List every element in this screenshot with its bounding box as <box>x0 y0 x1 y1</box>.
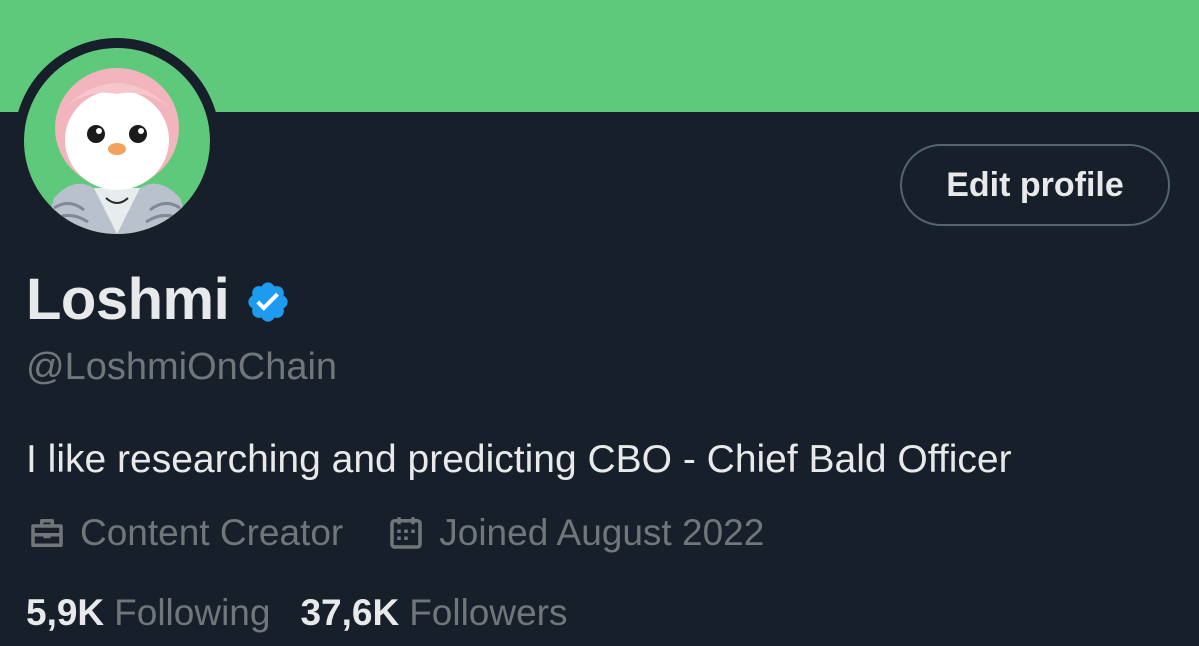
category-item: Content Creator <box>26 512 343 554</box>
profile-header: Edit profile Loshmi @LoshmiOnChain I lik… <box>0 0 1199 646</box>
follow-stats: 5,9K Following 37,6K Followers <box>26 592 568 634</box>
following-count: 5,9K <box>26 592 105 633</box>
joined-date: Joined August 2022 <box>439 512 765 553</box>
display-name: Loshmi <box>26 267 230 332</box>
following-label: Following <box>114 592 271 633</box>
edit-profile-button[interactable]: Edit profile <box>900 144 1170 226</box>
penguin-avatar-icon <box>24 48 210 234</box>
category-label: Content Creator <box>80 512 344 553</box>
joined-item: Joined August 2022 <box>385 512 764 554</box>
profile-bio: I like researching and predicting CBO - … <box>26 438 1012 481</box>
followers-link[interactable]: 37,6K Followers <box>300 592 567 634</box>
user-handle: @LoshmiOnChain <box>26 346 338 388</box>
briefcase-icon <box>31 519 63 547</box>
calendar-icon <box>390 517 422 549</box>
followers-count: 37,6K <box>300 592 400 633</box>
avatar[interactable] <box>24 48 210 234</box>
name-row: Loshmi <box>26 266 291 333</box>
followers-label: Followers <box>409 592 568 633</box>
following-link[interactable]: 5,9K Following <box>26 592 270 634</box>
profile-meta: Content Creator Joined August 2022 <box>26 512 764 554</box>
avatar-frame[interactable] <box>14 38 220 244</box>
verified-badge-icon[interactable] <box>245 279 291 325</box>
